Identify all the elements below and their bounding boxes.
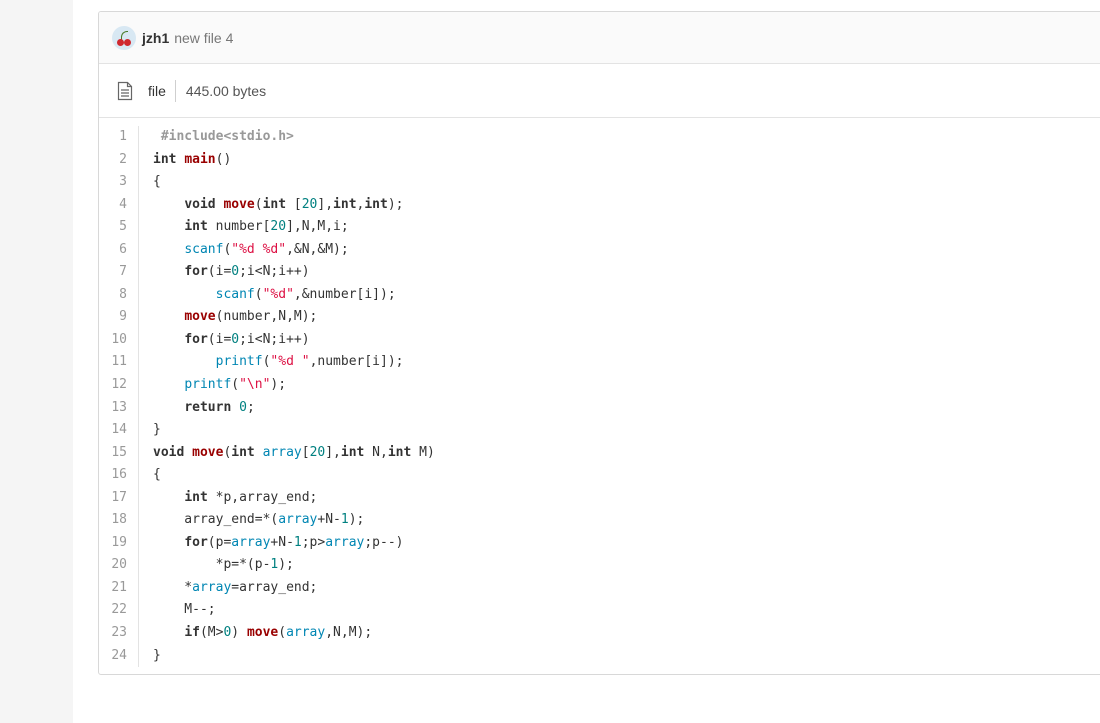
code-line: void move(int array[20],int N,int M) [153,444,435,460]
line-number[interactable]: 17 [99,487,127,510]
code-line: { [153,467,161,483]
line-number[interactable]: 2 [99,149,127,172]
code-line: printf("\n"); [184,377,287,393]
line-number[interactable]: 4 [99,194,127,217]
line-number[interactable]: 19 [99,532,127,555]
line-number[interactable]: 9 [99,306,127,329]
file-type-label: file [148,82,166,99]
line-number[interactable]: 5 [99,216,127,239]
code-line: *array=array_end; [153,579,318,595]
line-number[interactable]: 22 [99,599,127,622]
code-lines: #include<stdio.h> int main() { void move(i… [139,126,435,667]
line-number[interactable]: 7 [99,261,127,284]
line-number[interactable]: 3 [99,171,127,194]
commit-file-card: jzh1 new file 4 file 445.00 bytes 123456… [98,11,1100,675]
line-number[interactable]: 18 [99,509,127,532]
code-line: int main() [153,151,232,167]
line-number[interactable]: 15 [99,442,127,465]
code-line: printf("%d ",number[i]); [215,354,404,370]
commit-message[interactable]: new file 4 [174,30,233,46]
code-line: return 0; [184,399,255,415]
line-number-gutter: 1 2 3 4 5 6 7 8 9 10 11 12 13 14 15 16 17 18 19 20 21 22 23 24 [99,126,139,668]
code-line: for(i=0;i<N;i++) [184,331,310,347]
code-line: scanf("%d",&number[i]); [215,286,396,302]
line-number[interactable]: 23 [99,622,127,645]
code-line: if(M>0) move(array,N,M); [184,625,373,641]
code-line: scanf("%d %d",&N,&M); [184,241,349,257]
left-sidebar-bg [0,0,73,723]
avatar[interactable] [112,25,136,50]
line-number[interactable]: 10 [99,329,127,352]
code-line: for(p=array+N-1;p>array;p--) [184,534,404,550]
code-line: move(number,N,M); [184,309,318,325]
line-number[interactable]: 14 [99,419,127,442]
code-line: int number[20],N,M,i; [184,219,349,235]
code-line: int *p,array_end; [184,489,318,505]
code-line: #include<stdio.h> [153,129,294,144]
file-size: 445.00 bytes [185,82,267,99]
file-text-icon [117,81,133,100]
code-line: *p=*(p-1); [153,557,294,573]
line-number[interactable]: 13 [99,397,127,420]
line-number[interactable]: 1 [99,126,127,149]
line-number[interactable]: 21 [99,577,127,600]
line-number[interactable]: 12 [99,374,127,397]
line-number[interactable]: 8 [99,284,127,307]
code-line: } [153,422,161,438]
author-link[interactable]: jzh1 [142,30,169,46]
code-line: void move(int [20],int,int); [184,196,404,212]
code-line: for(i=0;i<N;i++) [184,264,310,280]
code-line: array_end=*(array+N-1); [153,512,365,528]
commit-header: jzh1 new file 4 [99,12,1100,64]
code-view: 1 2 3 4 5 6 7 8 9 10 11 12 13 14 15 16 17 18 19 20 21 22 23 24 … [99,118,1100,668]
code-line: { [153,174,161,190]
line-number[interactable]: 6 [99,239,127,262]
line-number[interactable]: 16 [99,464,127,487]
line-number[interactable]: 24 [99,645,127,668]
line-number[interactable]: 11 [99,351,127,374]
file-info-bar: file 445.00 bytes [99,64,1100,118]
divider [174,79,176,102]
code-line: M--; [153,602,216,618]
code-line: } [153,647,161,663]
line-number[interactable]: 20 [99,554,127,577]
